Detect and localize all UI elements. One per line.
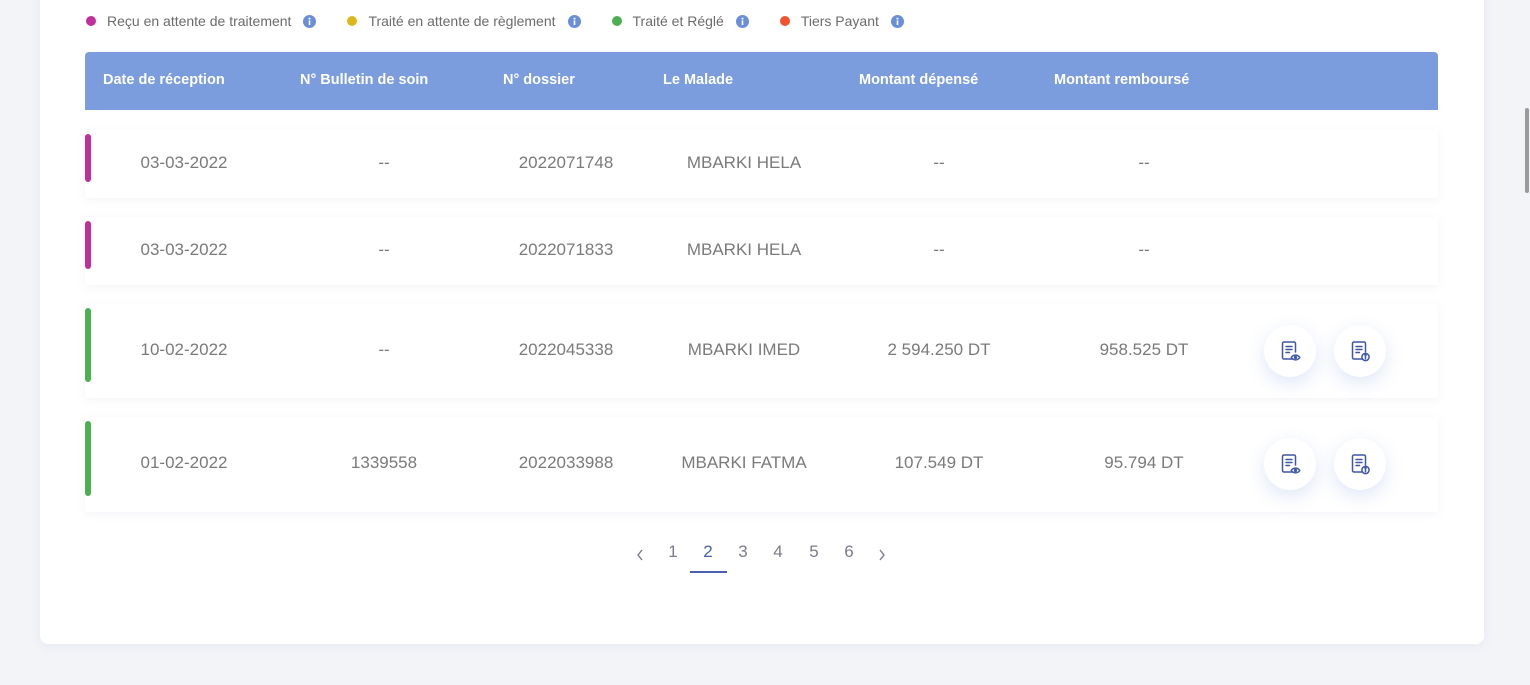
page-link-6[interactable]: 6: [844, 542, 853, 562]
view-document-button[interactable]: [1264, 325, 1316, 377]
cell-montant-depense: 2 594.250 DT: [887, 340, 991, 359]
info-icon[interactable]: [735, 14, 749, 28]
cell-date: 03-03-2022: [140, 153, 228, 172]
document-info-button[interactable]: [1334, 438, 1386, 490]
chevron-left-icon[interactable]: [636, 548, 644, 566]
cell-bulletin: --: [378, 340, 390, 359]
status-legend: Reçu en attente de traitement Traité en …: [86, 11, 935, 31]
legend-dot: [611, 16, 622, 26]
cell-date: 10-02-2022: [140, 340, 228, 359]
scrollbar-thumb[interactable]: [1525, 108, 1529, 193]
column-header-montant-rembourse[interactable]: Montant remboursé: [1054, 72, 1189, 88]
table-row[interactable]: 03-03-2022 -- 2022071833 MBARKI HELA -- …: [85, 217, 1438, 285]
cell-dossier: 2022071833: [518, 240, 614, 259]
table-row[interactable]: 10-02-2022 -- 2022045338 MBARKI IMED 2 5…: [85, 304, 1438, 398]
view-document-button[interactable]: [1264, 438, 1316, 490]
cell-bulletin: --: [378, 240, 390, 259]
current-page-indicator: [690, 571, 727, 573]
cell-montant-rembourse: --: [1138, 153, 1150, 172]
cell-montant-depense: 107.549 DT: [894, 453, 984, 472]
page-link-1[interactable]: 1: [668, 542, 677, 562]
legend-label: Reçu en attente de traitement: [107, 13, 292, 29]
cell-dossier: 2022045338: [518, 340, 614, 359]
page-scrollbar[interactable]: [1524, 0, 1530, 685]
cell-date: 03-03-2022: [140, 240, 228, 259]
column-header-malade[interactable]: Le Malade: [663, 72, 733, 88]
column-header-dossier[interactable]: N° dossier: [503, 72, 575, 88]
column-header-bulletin[interactable]: N° Bulletin de soin: [300, 72, 428, 88]
cell-bulletin: --: [378, 153, 390, 172]
legend-item-processed-pending: Traité en attente de règlement: [347, 13, 581, 29]
document-view-icon: [1281, 454, 1301, 474]
cell-montant-rembourse: --: [1138, 240, 1150, 259]
info-icon[interactable]: [567, 14, 581, 28]
column-header-date[interactable]: Date de réception: [103, 72, 225, 88]
legend-item-third-party: Tiers Payant: [779, 13, 904, 29]
info-icon[interactable]: [890, 14, 904, 28]
cell-malade: MBARKI IMED: [687, 340, 801, 359]
document-view-icon: [1281, 341, 1301, 361]
document-info-icon: [1351, 341, 1370, 362]
cell-montant-rembourse: 958.525 DT: [1099, 340, 1189, 359]
column-header-montant-depense[interactable]: Montant dépensé: [859, 72, 978, 88]
cell-date: 01-02-2022: [140, 453, 228, 472]
cell-montant-depense: --: [933, 240, 945, 259]
legend-item-settled: Traité et Réglé: [611, 13, 749, 29]
page-link-2-current[interactable]: 2: [703, 542, 712, 562]
info-icon[interactable]: [303, 14, 317, 28]
cell-bulletin: 1339558: [350, 453, 418, 472]
pagination: 1 2 3 4 5 6: [626, 538, 898, 574]
cell-dossier: 2022033988: [518, 453, 614, 472]
table-header: Date de réception N° Bulletin de soin N°…: [85, 52, 1438, 110]
cell-malade: MBARKI FATMA: [681, 453, 807, 472]
cell-montant-depense: --: [933, 153, 945, 172]
document-info-button[interactable]: [1334, 325, 1386, 377]
legend-dot: [779, 16, 790, 26]
legend-dot: [86, 16, 96, 26]
page-link-5[interactable]: 5: [809, 542, 818, 562]
table-row[interactable]: 03-03-2022 -- 2022071748 MBARKI HELA -- …: [85, 130, 1438, 198]
legend-label: Tiers Payant: [800, 13, 879, 29]
cell-malade: MBARKI HELA: [686, 153, 802, 172]
page-link-4[interactable]: 4: [773, 542, 782, 562]
cell-montant-rembourse: 95.794 DT: [1104, 453, 1184, 472]
document-info-icon: [1351, 454, 1370, 475]
table-row[interactable]: 01-02-2022 1339558 2022033988 MBARKI FAT…: [85, 417, 1438, 512]
page-link-3[interactable]: 3: [738, 542, 747, 562]
legend-dot: [347, 16, 358, 26]
cell-dossier: 2022071748: [518, 153, 614, 172]
legend-item-received: Reçu en attente de traitement: [86, 13, 317, 29]
legend-label: Traité et Réglé: [632, 13, 724, 29]
legend-label: Traité en attente de règlement: [368, 13, 556, 29]
cell-malade: MBARKI HELA: [686, 240, 802, 259]
chevron-right-icon[interactable]: [878, 548, 886, 566]
